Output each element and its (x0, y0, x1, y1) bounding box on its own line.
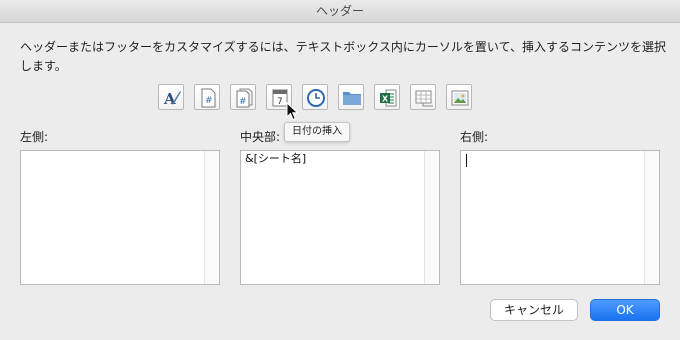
left-section-scrollbar[interactable] (204, 151, 219, 284)
center-section-scrollbar[interactable] (424, 151, 439, 284)
format-text-icon: A (163, 90, 181, 108)
file-path-button[interactable] (338, 84, 364, 110)
right-section-label: 右側: (460, 130, 489, 144)
file-name-icon: X (380, 89, 397, 107)
file-name-button[interactable]: X (374, 84, 400, 110)
svg-text:#: # (205, 96, 213, 106)
insert-picture-icon (451, 90, 469, 106)
cancel-button[interactable]: キャンセル (490, 299, 578, 321)
svg-text:#: # (239, 97, 247, 107)
insert-picture-button[interactable] (446, 84, 472, 110)
ok-button[interactable]: OK (590, 299, 660, 321)
format-text-button[interactable]: A (158, 84, 184, 110)
tooltip: 日付の挿入 (284, 122, 350, 142)
insert-time-icon (307, 89, 325, 107)
right-section-textbox[interactable] (460, 150, 660, 285)
svg-text:7: 7 (277, 97, 283, 107)
text-caret (466, 154, 467, 167)
page-count-button[interactable]: # (230, 84, 256, 110)
title-bar[interactable]: ヘッダー (0, 0, 680, 23)
left-section-label: 左側: (20, 130, 49, 144)
page-number-button[interactable]: # (194, 84, 220, 110)
sheet-name-button[interactable] (410, 84, 436, 110)
page-count-icon: # (236, 88, 253, 108)
instructions-text: ヘッダーまたはフッターをカスタマイズするには、テキストボックス内にカーソルを置い… (20, 40, 666, 73)
insert-time-button[interactable] (302, 84, 328, 110)
mouse-pointer-icon (286, 102, 299, 121)
svg-text:A: A (163, 90, 176, 108)
left-section-textbox[interactable] (20, 150, 220, 285)
svg-text:X: X (382, 95, 389, 104)
header-dialog: ヘッダー ヘッダーまたはフッターをカスタマイズするには、テキストボックス内にカー… (0, 0, 680, 340)
right-section-scrollbar[interactable] (644, 151, 659, 284)
page-number-icon: # (201, 88, 216, 108)
center-section-textbox[interactable]: &[シート名] (240, 150, 440, 285)
window-title: ヘッダー (315, 4, 364, 18)
file-path-icon (343, 92, 361, 105)
sheet-name-icon (415, 90, 433, 107)
center-section-label: 中央部: (240, 130, 281, 144)
center-section-text: &[シート名] (245, 152, 307, 165)
